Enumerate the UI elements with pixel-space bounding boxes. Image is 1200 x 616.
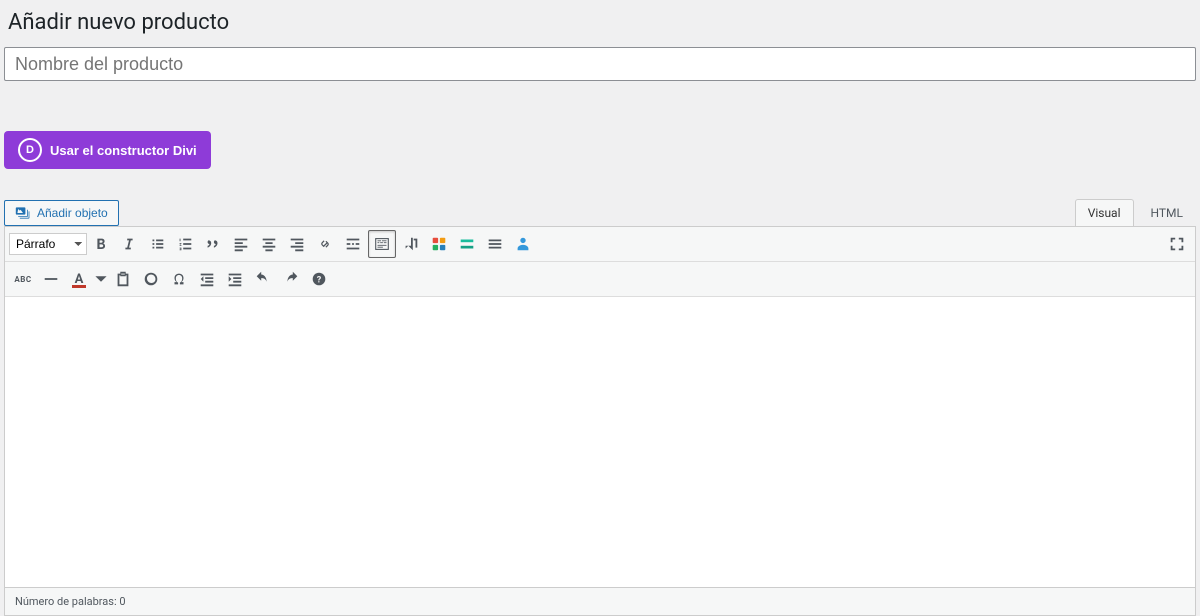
italic-button[interactable]	[116, 231, 142, 257]
divi-button-label: Usar el constructor Divi	[50, 143, 197, 158]
align-right-button[interactable]	[284, 231, 310, 257]
special-char-button[interactable]	[166, 266, 192, 292]
columns-button[interactable]	[398, 231, 424, 257]
read-more-button[interactable]	[340, 231, 366, 257]
grid-blocks-button[interactable]	[426, 231, 452, 257]
undo-button[interactable]	[250, 266, 276, 292]
tab-visual[interactable]: Visual	[1075, 199, 1134, 226]
user-icon-button[interactable]	[510, 231, 536, 257]
indent-button[interactable]	[222, 266, 248, 292]
product-name-input[interactable]	[4, 47, 1196, 81]
fullscreen-button[interactable]	[1164, 231, 1190, 257]
svg-text:?: ?	[317, 276, 322, 286]
add-media-label: Añadir objeto	[37, 206, 108, 220]
align-left-button[interactable]	[228, 231, 254, 257]
add-media-button[interactable]: Añadir objeto	[4, 200, 119, 226]
help-button[interactable]: ?	[306, 266, 332, 292]
outdent-button[interactable]	[194, 266, 220, 292]
toolbar-toggle-button[interactable]	[368, 230, 396, 258]
paste-text-button[interactable]	[110, 266, 136, 292]
editor-container: Párrafo ABC A	[4, 226, 1196, 588]
blockquote-button[interactable]	[200, 231, 226, 257]
horizontal-rule-button[interactable]	[38, 266, 64, 292]
align-center-button[interactable]	[256, 231, 282, 257]
highlight-button[interactable]	[454, 231, 480, 257]
bullet-list-button[interactable]	[144, 231, 170, 257]
status-bar: Número de palabras: 0	[4, 588, 1196, 616]
editor-content-area[interactable]	[5, 297, 1195, 587]
use-divi-builder-button[interactable]: D Usar el constructor Divi	[4, 131, 211, 169]
divi-logo-icon: D	[18, 138, 42, 162]
text-color-dropdown[interactable]	[94, 266, 108, 292]
page-title: Añadir nuevo producto	[8, 10, 1196, 35]
text-color-button[interactable]: A	[66, 266, 92, 292]
link-button[interactable]	[312, 231, 338, 257]
bold-button[interactable]	[88, 231, 114, 257]
clear-format-button[interactable]	[138, 266, 164, 292]
tab-html[interactable]: HTML	[1138, 199, 1197, 226]
rows-button[interactable]	[482, 231, 508, 257]
word-count-label: Número de palabras: 0	[15, 595, 126, 608]
media-icon	[15, 205, 31, 221]
redo-button[interactable]	[278, 266, 304, 292]
numbered-list-button[interactable]	[172, 231, 198, 257]
strikethrough-button[interactable]: ABC	[10, 266, 36, 292]
format-select[interactable]: Párrafo	[9, 233, 87, 255]
